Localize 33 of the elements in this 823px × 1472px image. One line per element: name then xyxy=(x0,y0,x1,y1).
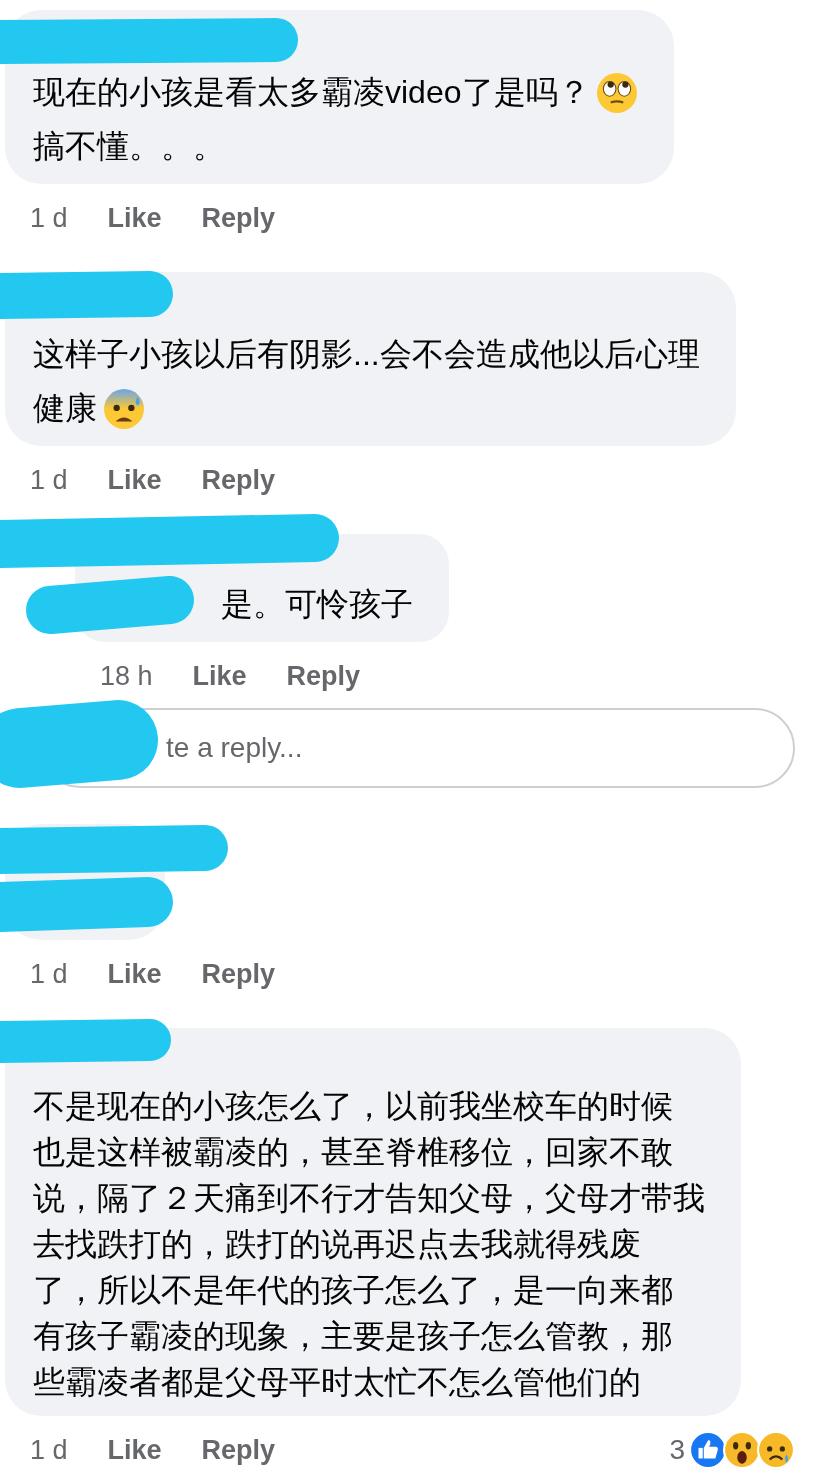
comment-text: 也是这样被霸凌的，甚至脊椎移位，回家不敢 xyxy=(33,1133,673,1172)
like-link[interactable]: Like xyxy=(107,464,162,496)
like-link[interactable]: Like xyxy=(107,202,162,234)
eye-roll-emoji-icon xyxy=(595,72,638,114)
comment-text: 搞不懂。。。 xyxy=(33,127,225,166)
comment-text: 不是现在的小孩怎么了，以前我坐校车的时候 xyxy=(33,1087,673,1126)
anxious-sweat-emoji-icon xyxy=(103,388,145,430)
like-link[interactable]: Like xyxy=(192,660,247,692)
comment-time: 1 d xyxy=(30,464,68,496)
comment-text: 有孩子霸凌的现象，主要是孩子怎么管教，那 xyxy=(33,1317,673,1356)
comment-time: 1 d xyxy=(30,202,68,234)
comment-text: 这样子小孩以后有阴影...会不会造成他以后心理 xyxy=(33,335,700,374)
like-link[interactable]: Like xyxy=(107,958,162,990)
comment-text: 现在的小孩是看太多霸凌video了是吗？ xyxy=(33,73,590,112)
comment-text: 些霸凌者都是父母平时太忙不怎么管他们的 xyxy=(33,1363,641,1402)
sad-reaction-icon xyxy=(757,1431,795,1469)
comment-time: 18 h xyxy=(100,660,153,692)
like-link[interactable]: Like xyxy=(107,1434,162,1466)
comment-time: 1 d xyxy=(30,1434,68,1466)
reply-link[interactable]: Reply xyxy=(201,1434,276,1466)
reply-link[interactable]: Reply xyxy=(201,464,276,496)
comment-text: 去找跌打的，跌打的说再迟点去我就得残废 xyxy=(33,1225,641,1264)
comment-text: 了，所以不是年代的孩子怎么了，是一向来都 xyxy=(33,1271,673,1310)
reply-link[interactable]: Reply xyxy=(201,202,276,234)
reply-link[interactable]: Reply xyxy=(201,958,276,990)
thumbs-up-reaction-icon xyxy=(689,1431,727,1469)
comment-text: 健康 xyxy=(33,389,97,428)
comment-time: 1 d xyxy=(30,958,68,990)
reaction-count: 3 xyxy=(669,1434,685,1466)
comment-text: 是。可怜孩子 xyxy=(221,585,413,624)
reply-link[interactable]: Reply xyxy=(286,660,361,692)
surprised-reaction-icon xyxy=(723,1431,761,1469)
comment-text: 说，隔了２天痛到不行才告知父母，父母才带我 xyxy=(33,1179,705,1218)
